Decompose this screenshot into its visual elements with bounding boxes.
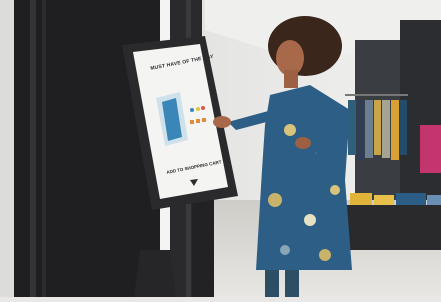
size-option[interactable] (196, 119, 200, 123)
poster (420, 125, 441, 173)
color-swatch[interactable] (196, 107, 200, 111)
clothing-rack-icon (345, 94, 408, 160)
store-scene: MUST HAVE OF THE DAY ADD TO SHOPPING CAR… (0, 0, 441, 297)
size-option[interactable] (202, 118, 206, 122)
color-swatch[interactable] (201, 106, 205, 110)
size-option[interactable] (190, 120, 194, 124)
color-swatch[interactable] (190, 108, 194, 112)
store-photo (0, 0, 441, 297)
